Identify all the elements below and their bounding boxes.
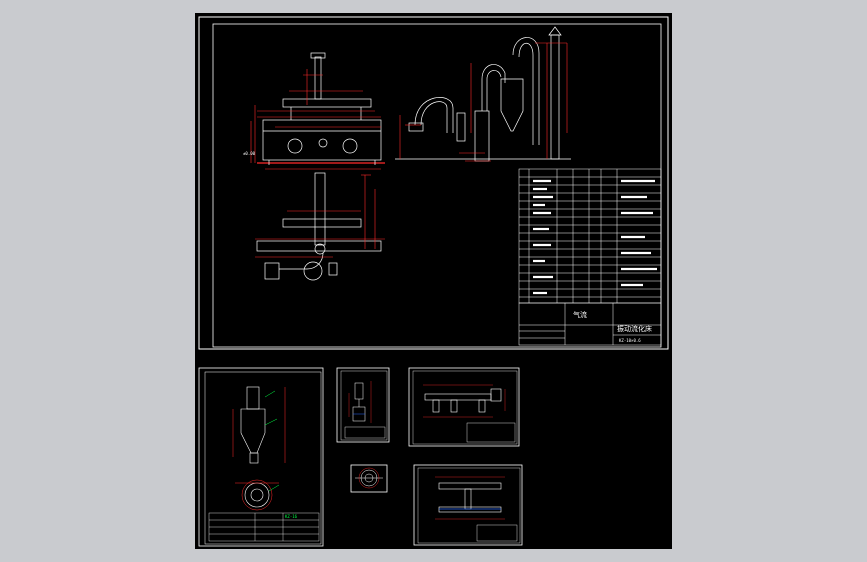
sub-sheet-duct [413,464,523,546]
parts-list-text-marks [533,179,657,295]
main-sheet-inner-border [212,23,662,348]
duct-elbow-2 [481,64,506,111]
duct-elbow-3 [512,37,540,145]
exhaust-chimney [550,34,560,160]
sub-sheet-cyclone: KZ-16 [198,367,324,547]
dryer-top-hood [282,98,372,108]
sub-sheet-valve [336,367,390,443]
cad-drawing: ±0.00 气流 振动流化床 KZ-10×0.6 KZ-16 [198,16,669,547]
plan-view-stack [314,172,326,246]
dryer-dimension-lines [250,69,381,170]
cyclone-separator [500,78,524,132]
piping-and-cyclone [395,26,571,162]
main-sheet-outer-border [198,16,669,350]
dryer-exhaust-stack [314,56,322,100]
dryer-plan-view [256,172,382,281]
ground-level-label: ±0.00 [243,151,256,156]
blower [474,110,490,162]
fluid-bed-dryer-elevation [257,52,385,165]
drawing-canvas[interactable]: ±0.00 气流 振动流化床 KZ-10×0.6 KZ-16 [195,13,672,549]
plan-view-fan [303,261,323,281]
plan-view-frame [282,218,362,228]
parts-list-table [518,168,662,304]
cyclone-title-block [208,512,320,542]
dryer-wheel-left [287,138,303,154]
drawing-code: KZ-10×0.6 [619,338,641,343]
dryer-body [262,119,382,161]
drawing-title: 振动流化床 [617,324,652,333]
part-label: 气流 [573,310,587,319]
plan-view-distributor [256,240,382,252]
dryer-wheel-right [342,138,358,154]
sub-sheet-frame [408,367,520,447]
cyclone-sheet-label: KZ-16 [285,514,298,519]
sub-sheet-flange [350,464,388,493]
fan-housing [456,112,466,142]
main-sheet [198,16,669,350]
